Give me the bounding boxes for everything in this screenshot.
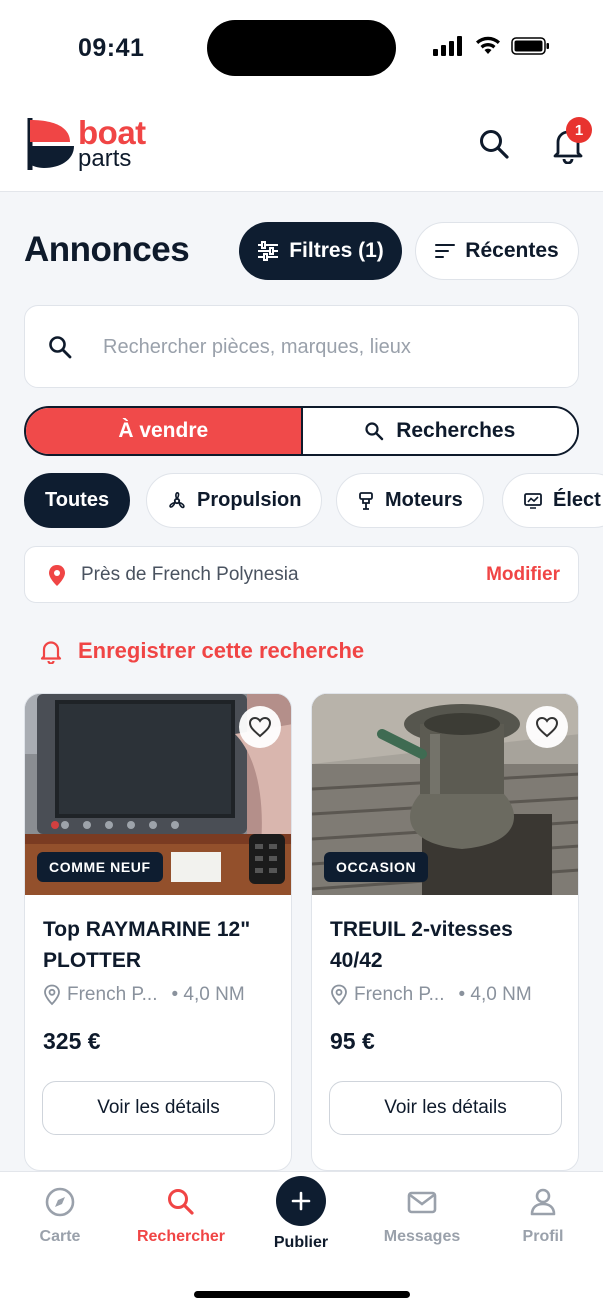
listing-photo[interactable]: OCCASION: [312, 694, 578, 895]
condition-badge: COMME NEUF: [37, 852, 163, 882]
view-details-button[interactable]: Voir les détails: [42, 1081, 275, 1135]
nav-profile[interactable]: Profil: [488, 1186, 598, 1246]
logo-word-parts: parts: [78, 145, 132, 172]
search-bar: [24, 305, 579, 388]
segment-for-sale-label: À vendre: [118, 419, 209, 442]
save-search-button[interactable]: Enregistrer cette recherche: [38, 638, 364, 664]
nav-messages-label: Messages: [383, 1228, 461, 1245]
save-search-label: Enregistrer cette recherche: [78, 638, 365, 663]
condition-badge: OCCASION: [324, 852, 429, 882]
nav-search-label: Rechercher: [136, 1228, 226, 1245]
nav-map[interactable]: Carte: [5, 1186, 115, 1246]
filters-button[interactable]: Filtres (1): [239, 222, 402, 280]
filters-label: Filtres (1): [289, 239, 384, 262]
listing-title: TREUIL 2-vitesses 40/42: [330, 918, 513, 972]
location-pin-icon: [44, 984, 60, 1006]
wifi-icon: [476, 36, 500, 54]
category-chips: Toutes Propulsion Moteurs Élect: [24, 473, 603, 529]
listing-price: 325 €: [43, 1028, 101, 1054]
app-header: boat parts: [0, 96, 603, 192]
chip-all-label: Toutes: [45, 489, 110, 511]
favorite-button[interactable]: [239, 706, 281, 748]
page-title: Annonces: [24, 230, 190, 269]
search-icon: [168, 1189, 194, 1215]
listing-distance: • 4,0 NM: [458, 984, 532, 1005]
listing-card[interactable]: OCCASION TREUIL 2-vitesses 40/42 French …: [311, 693, 579, 1171]
cellular-signal-icon: [433, 36, 462, 56]
chip-electronics-label: Élect: [553, 489, 601, 511]
engine-icon: [359, 491, 373, 510]
sort-button[interactable]: Récentes: [415, 222, 579, 280]
heart-icon: [248, 716, 272, 738]
chip-propulsion[interactable]: Propulsion: [146, 473, 323, 528]
location-pin-icon: [49, 565, 65, 586]
favorite-button[interactable]: [526, 706, 568, 748]
search-icon: [49, 336, 72, 359]
chip-propulsion-label: Propulsion: [197, 489, 302, 511]
listing-location: French P... • 4,0 NM: [43, 984, 283, 1006]
listing-title: Top RAYMARINE 12" PLOTTER: [43, 918, 251, 972]
sort-label: Récentes: [465, 239, 559, 262]
status-icons: [433, 36, 551, 56]
home-indicator: [194, 1291, 410, 1298]
battery-icon: [511, 37, 549, 55]
notification-badge: 1: [566, 117, 592, 143]
user-icon: [530, 1188, 556, 1216]
electronics-icon: [524, 492, 542, 509]
modify-location-link[interactable]: Modifier: [486, 564, 560, 586]
listing-location-text: French P...: [67, 984, 158, 1005]
search-icon[interactable]: [476, 126, 512, 162]
bottom-navigation: Carte Rechercher Publier Messages Profil: [0, 1171, 603, 1311]
nav-map-label: Carte: [39, 1228, 81, 1245]
nav-profile-label: Profil: [522, 1228, 564, 1245]
bell-icon: [40, 641, 62, 664]
location-pin-icon: [331, 984, 347, 1006]
segment-for-sale[interactable]: À vendre: [26, 408, 303, 454]
search-input[interactable]: [103, 326, 553, 368]
listing-price: 95 €: [330, 1028, 375, 1054]
chip-all[interactable]: Toutes: [24, 473, 131, 528]
chip-engines-label: Moteurs: [385, 489, 463, 511]
mail-icon: [407, 1191, 437, 1214]
chip-electronics[interactable]: Élect: [502, 473, 603, 528]
heart-icon: [535, 716, 559, 738]
listing-photo[interactable]: COMME NEUF: [25, 694, 291, 895]
sort-lines-icon: [435, 244, 456, 258]
segment-wanted-label: Recherches: [396, 419, 516, 442]
listing-card[interactable]: COMME NEUF Top RAYMARINE 12" PLOTTER Fre…: [24, 693, 292, 1171]
status-bar: 09:41: [0, 0, 603, 96]
nav-publish[interactable]: Publier: [246, 1176, 356, 1252]
sliders-icon: [258, 241, 279, 261]
listing-location-text: French P...: [354, 984, 445, 1005]
dynamic-island: [207, 20, 396, 76]
publish-button[interactable]: [276, 1176, 326, 1226]
segment-wanted[interactable]: Recherches: [302, 408, 577, 454]
compass-icon: [45, 1187, 75, 1217]
plus-icon: [291, 1191, 311, 1211]
listing-location: French P... • 4,0 NM: [330, 984, 570, 1006]
location-label: Près de French Polynesia: [81, 564, 299, 585]
location-filter: Près de French Polynesia Modifier: [24, 546, 579, 603]
search-icon: [365, 422, 384, 441]
chip-engines[interactable]: Moteurs: [336, 473, 484, 528]
nav-publish-label: Publier: [273, 1234, 329, 1251]
nav-messages[interactable]: Messages: [367, 1186, 477, 1246]
propeller-icon: [169, 491, 185, 508]
view-details-button[interactable]: Voir les détails: [329, 1081, 562, 1135]
status-time: 09:41: [78, 34, 145, 62]
boatparts-logo[interactable]: boat parts: [26, 114, 166, 174]
nav-search[interactable]: Rechercher: [126, 1186, 236, 1246]
logo-mark-icon: [27, 118, 74, 170]
listing-distance: • 4,0 NM: [171, 984, 245, 1005]
listing-type-segment: À vendre Recherches: [24, 406, 579, 456]
